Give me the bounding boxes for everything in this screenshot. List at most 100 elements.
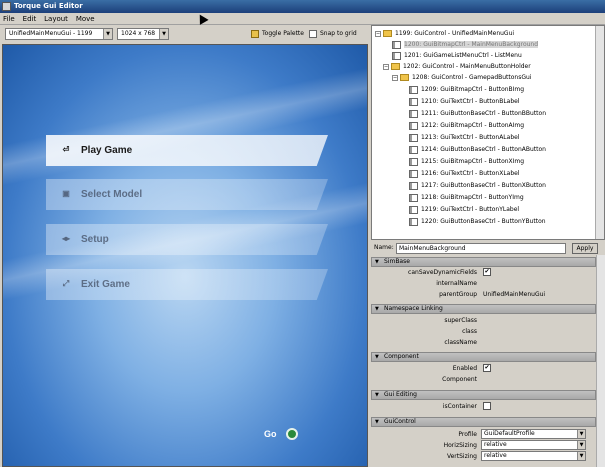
- tree-node-1215[interactable]: 1215: GuiBitmapCtrl - ButtonXImg: [409, 156, 524, 167]
- chevron-down-icon: ▼: [577, 441, 585, 449]
- editor-toolbar: UnifiedMainMenuGui - 1199 ▼ 1024 x 768 ▼…: [0, 25, 368, 43]
- tree-node-1200[interactable]: 1200: GuiBitmapCtrl - MainMenuBackground: [392, 39, 539, 50]
- model-icon: ▣: [62, 189, 70, 198]
- prop-row: isContainer: [371, 401, 596, 412]
- section-gui-editing[interactable]: ▼ Gui Editing: [371, 390, 596, 400]
- control-icon: [409, 85, 418, 94]
- prop-key: isContainer: [442, 403, 477, 410]
- tree-node-label: 1211: GuiButtonBaseCtrl - ButtonBButton: [421, 110, 546, 117]
- tree-node-1217[interactable]: 1217: GuiButtonBaseCtrl - ButtonXButton: [409, 180, 546, 191]
- tree-node-1210[interactable]: 1210: GuiTextCtrl - ButtonBLabel: [409, 96, 520, 107]
- select-model-button[interactable]: ▣ Select Model: [46, 179, 328, 210]
- name-input[interactable]: MainMenuBackground: [396, 243, 566, 254]
- checkbox-checked[interactable]: ✔: [483, 364, 491, 372]
- tree-node-label: 1200: GuiBitmapCtrl - MainMenuBackground: [404, 41, 539, 48]
- name-row: Name: MainMenuBackground Apply: [371, 242, 605, 255]
- section-guicontrol[interactable]: ▼ GuiControl: [371, 417, 596, 427]
- chevron-down-icon: ▼: [103, 29, 112, 39]
- resolution-dropdown[interactable]: 1024 x 768 ▼: [117, 28, 169, 40]
- tree-node-1214[interactable]: 1214: GuiButtonBaseCtrl - ButtonAButton: [409, 144, 546, 155]
- tree-node-1201[interactable]: 1201: GuiGameListMenuCtrl - ListMenu: [392, 50, 522, 61]
- section-title: Namespace Linking: [384, 305, 443, 312]
- apply-button[interactable]: Apply: [572, 243, 598, 254]
- tree-scrollbar[interactable]: [595, 26, 604, 239]
- tree-node-label: 1209: GuiBitmapCtrl - ButtonBImg: [421, 86, 525, 93]
- tree-node-1216[interactable]: 1216: GuiTextCtrl - ButtonXLabel: [409, 168, 520, 179]
- control-icon: [392, 40, 401, 49]
- prop-row: Enabled ✔: [371, 363, 596, 374]
- checkbox-checked[interactable]: ✔: [483, 268, 491, 276]
- checkbox-icon: [309, 29, 317, 38]
- setup-label: Setup: [81, 234, 109, 245]
- play-icon: ⏎: [62, 145, 70, 154]
- tree-node-label: 1199: GuiControl - UnifiedMainMenuGui: [395, 30, 515, 37]
- prop-value[interactable]: UnifiedMainMenuGui: [483, 289, 545, 300]
- go-button-icon[interactable]: [286, 428, 298, 440]
- menu-edit[interactable]: Edit: [20, 13, 40, 25]
- tree-node-1219[interactable]: 1219: GuiTextCtrl - ButtonYLabel: [409, 204, 519, 215]
- section-namespace-linking[interactable]: ▼ Namespace Linking: [371, 304, 596, 314]
- play-game-button[interactable]: ⏎ Play Game: [46, 135, 328, 166]
- prop-row: HorizSizing relative ▼: [371, 440, 596, 451]
- background-streak: [3, 61, 367, 189]
- section-component[interactable]: ▼ Component: [371, 352, 596, 362]
- tree-node-1212[interactable]: 1212: GuiBitmapCtrl - ButtonAImg: [409, 120, 524, 131]
- tree-node-label: 1218: GuiBitmapCtrl - ButtonYImg: [421, 194, 524, 201]
- control-icon: [409, 157, 418, 166]
- prop-key: Component: [442, 376, 477, 383]
- menu-layout[interactable]: Layout: [41, 13, 71, 25]
- tree-node-1202[interactable]: − 1202: GuiControl - MainMenuButtonHolder: [383, 61, 531, 72]
- exit-game-button[interactable]: ⤢ Exit Game: [46, 269, 328, 300]
- collapse-triangle-icon: ▼: [375, 259, 379, 265]
- play-game-label: Play Game: [81, 145, 133, 156]
- control-icon: [409, 121, 418, 130]
- collapse-icon: −: [392, 74, 398, 81]
- menu-file[interactable]: File: [0, 13, 18, 25]
- tree-node-1209[interactable]: 1209: GuiBitmapCtrl - ButtonBImg: [409, 84, 524, 95]
- menu-move[interactable]: Move: [73, 13, 98, 25]
- toggle-palette-button[interactable]: Toggle Palette: [251, 28, 304, 40]
- tree-node-1220[interactable]: 1220: GuiButtonBaseCtrl - ButtonYButton: [409, 216, 546, 227]
- vertsizing-dropdown[interactable]: relative ▼: [481, 451, 586, 461]
- collapse-triangle-icon: ▼: [375, 392, 379, 398]
- tree-node-1213[interactable]: 1213: GuiTextCtrl - ButtonALabel: [409, 132, 520, 143]
- gui-canvas[interactable]: ⏎ Play Game ▣ Select Model ◂▸ Setup ⤢ Ex…: [2, 44, 368, 467]
- dropdown-value: GuiDefaultProfile: [484, 430, 535, 437]
- snap-to-grid-checkbox[interactable]: Snap to grid: [309, 28, 357, 40]
- inspector-scrollbar[interactable]: [596, 255, 605, 467]
- tree-node-1199[interactable]: − 1199: GuiControl - UnifiedMainMenuGui: [375, 28, 514, 39]
- checkbox-unchecked[interactable]: [483, 402, 491, 410]
- section-title: Component: [384, 353, 419, 360]
- tree-node-1211[interactable]: 1211: GuiButtonBaseCtrl - ButtonBButton: [409, 108, 546, 119]
- dropdown-value: relative: [484, 441, 507, 448]
- prop-key: superClass: [444, 317, 477, 324]
- prop-key: parentGroup: [439, 291, 477, 298]
- setup-button[interactable]: ◂▸ Setup: [46, 224, 328, 255]
- tree-node-label: 1216: GuiTextCtrl - ButtonXLabel: [421, 170, 520, 177]
- inspector-panel: Name: MainMenuBackground Apply ▼ SimBase …: [371, 242, 605, 467]
- tree-node-label: 1201: GuiGameListMenuCtrl - ListMenu: [404, 52, 522, 59]
- section-simbase[interactable]: ▼ SimBase: [371, 257, 596, 267]
- tree-node-1208[interactable]: − 1208: GuiControl - GamepadButtonsGui: [392, 72, 531, 83]
- toggle-palette-label: Toggle Palette: [262, 30, 304, 37]
- profile-dropdown[interactable]: GuiDefaultProfile ▼: [481, 429, 586, 439]
- collapse-triangle-icon: ▼: [375, 306, 379, 312]
- section-title: SimBase: [384, 258, 410, 265]
- go-label: Go: [264, 429, 277, 439]
- prop-row: VertSizing relative ▼: [371, 451, 596, 462]
- gui-select-dropdown[interactable]: UnifiedMainMenuGui - 1199 ▼: [5, 28, 113, 40]
- tree-node-1218[interactable]: 1218: GuiBitmapCtrl - ButtonYImg: [409, 192, 524, 203]
- prop-row: Component: [371, 374, 596, 385]
- tree-node-label: 1220: GuiButtonBaseCtrl - ButtonYButton: [421, 218, 546, 225]
- tree-node-label: 1219: GuiTextCtrl - ButtonYLabel: [421, 206, 520, 213]
- control-icon: [409, 169, 418, 178]
- control-icon: [409, 181, 418, 190]
- menu-bar: File Edit Layout Move: [0, 13, 605, 25]
- prop-key: VertSizing: [446, 453, 477, 460]
- control-tree-panel[interactable]: − 1199: GuiControl - UnifiedMainMenuGui 1…: [371, 25, 605, 240]
- prop-key: Enabled: [452, 365, 477, 372]
- prop-row: Profile GuiDefaultProfile ▼: [371, 429, 596, 440]
- collapse-icon: −: [375, 30, 381, 37]
- exit-game-label: Exit Game: [81, 279, 130, 290]
- horizsizing-dropdown[interactable]: relative ▼: [481, 440, 586, 450]
